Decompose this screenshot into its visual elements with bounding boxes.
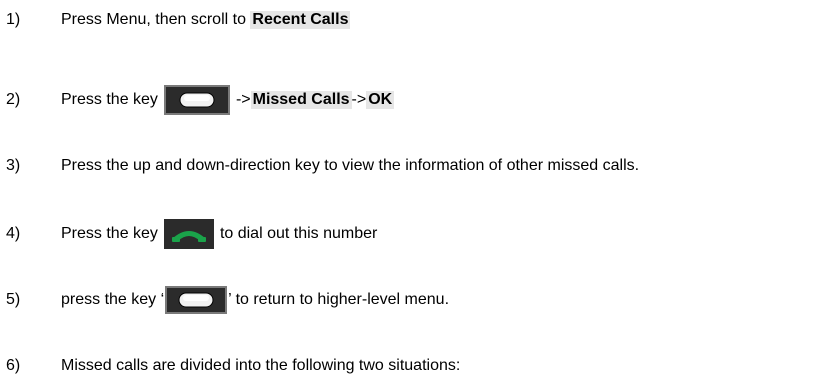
step-text: press the key ‘ ’ to return to higher-le… — [61, 286, 449, 314]
step-number: 1) — [6, 11, 21, 28]
step-text: Press Menu, then scroll to Recent Calls — [61, 11, 351, 29]
step-text: Missed calls are divided into the follow… — [61, 357, 461, 374]
soft-key-icon — [165, 286, 228, 314]
step-number: 2) — [6, 91, 21, 108]
step-number: 5) — [6, 291, 21, 308]
step-text-suffix: to dial out this number — [219, 225, 378, 242]
menu-item-ok: OK — [366, 91, 395, 109]
step-text: Press the key -> Missed Calls -> OK — [61, 85, 395, 115]
menu-item-missed-calls: Missed Calls — [250, 91, 352, 109]
step-text-prefix: Press the key — [61, 91, 158, 108]
step-number: 4) — [6, 225, 21, 242]
step-text: Press the up and down-direction key to v… — [61, 157, 640, 174]
arrow-text: -> — [351, 91, 367, 108]
step-text-suffix: ’ to return to higher-level menu. — [228, 291, 450, 308]
arrow-text: -> — [235, 91, 251, 108]
soft-key-icon — [163, 85, 230, 115]
step-text-prefix: press the key ‘ — [61, 291, 165, 308]
step-text-prefix: Press the key — [61, 225, 158, 242]
step-text-prefix: Press Menu, then scroll to — [61, 11, 251, 28]
step-number: 3) — [6, 157, 21, 174]
step-text: Press the key to dial out this number — [61, 219, 377, 249]
menu-item-recent-calls: Recent Calls — [250, 11, 351, 29]
step-number: 6) — [6, 357, 21, 374]
call-key-icon — [163, 219, 214, 249]
